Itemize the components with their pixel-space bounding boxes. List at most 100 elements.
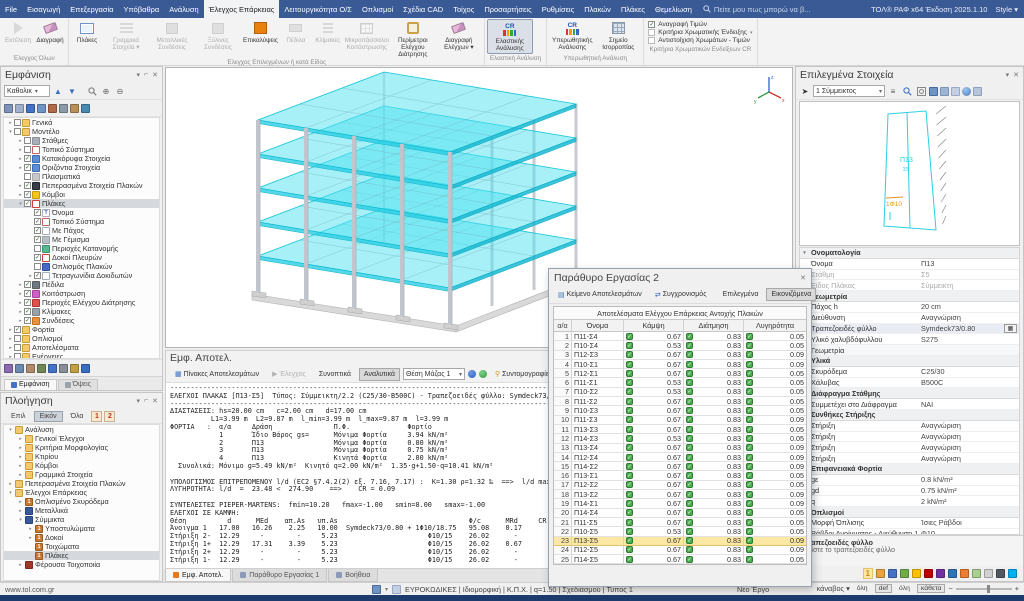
checkbox-icon[interactable] bbox=[14, 353, 21, 359]
tree-item-Φορτία[interactable]: ▸ Φορτία bbox=[4, 325, 159, 334]
table-row[interactable]: 9Π10-Σ3 ✓0.67 ✓0.83 ✓0.05 bbox=[554, 406, 806, 415]
menu-item-Προσαρτήσεις[interactable]: Προσαρτήσεις bbox=[479, 0, 536, 18]
property-row-Στήριξη[interactable]: Στήριξη Αναγνώριση bbox=[800, 432, 1019, 443]
property-row-Είδος Πλάκας[interactable]: Είδος Πλάκας Σύμμεικτη bbox=[800, 280, 1019, 291]
tree-item-Κτιρίου[interactable]: ▸ Κτιρίου bbox=[4, 452, 159, 461]
levels-icon[interactable] bbox=[59, 364, 68, 373]
doc-tab-Εμφ. Αποτελ.[interactable]: Εμφ. Αποτελ. bbox=[165, 569, 231, 582]
window-1-icon[interactable]: 1 bbox=[91, 411, 102, 422]
tree-item-Πέδιλα[interactable]: ▸ Πέδιλα bbox=[4, 280, 159, 289]
expander-icon[interactable]: ▾ bbox=[7, 129, 14, 135]
expander-icon[interactable]: ▾ bbox=[7, 427, 14, 433]
view-3d-icon[interactable] bbox=[929, 87, 938, 96]
menu-item-Οπλισμοί[interactable]: Οπλισμοί bbox=[357, 0, 398, 18]
checkbox-icon[interactable] bbox=[24, 308, 31, 315]
float-icon[interactable]: ⌐ bbox=[144, 397, 148, 405]
ribbon-button-Διαγραφή[interactable]: Διαγραφή bbox=[34, 19, 66, 45]
menu-item-Πλάκες[interactable]: Πλάκες bbox=[616, 0, 650, 18]
expander-icon[interactable]: ▸ bbox=[17, 472, 24, 478]
table-row[interactable]: 11Π13-Σ3 ✓0.67 ✓0.83 ✓0.05 bbox=[554, 425, 806, 434]
checkbox-icon[interactable] bbox=[14, 128, 21, 135]
zoom-in-icon[interactable]: ⊕ bbox=[100, 85, 112, 97]
table-row[interactable]: 25Π14-Σ5 ✓0.67 ✓0.83 ✓0.05 bbox=[554, 555, 806, 564]
expander-icon[interactable]: ▾ bbox=[7, 490, 14, 496]
expander-icon[interactable]: ▸ bbox=[17, 445, 24, 451]
menu-item-Ρυθμίσεις[interactable]: Ρυθμίσεις bbox=[537, 0, 580, 18]
tree-item-Όνομα[interactable]: T Όνομα bbox=[4, 208, 159, 217]
invert-selection-icon[interactable] bbox=[26, 364, 35, 373]
expander-icon[interactable]: ▸ bbox=[17, 147, 24, 153]
style-menu[interactable]: Style ▾ bbox=[995, 5, 1018, 14]
shown-filter-button[interactable]: Εικονιζόμενα bbox=[766, 288, 816, 301]
tree-item-Δοκοί[interactable]: ▸ 1 Δοκοί bbox=[4, 533, 159, 542]
table-row[interactable]: 10Π11-Σ3 ✓0.67 ✓0.83 ✓0.09 bbox=[554, 416, 806, 425]
checkbox-icon[interactable] bbox=[34, 227, 41, 234]
checkbox-icon[interactable] bbox=[34, 245, 41, 252]
property-group-Διάφραγμα Στάθμης[interactable]: ▾Διάφραγμα Στάθμης bbox=[800, 388, 1019, 399]
import-icon[interactable] bbox=[912, 569, 921, 578]
selection-combo[interactable]: 1 Σύμμεικτος▾ bbox=[813, 85, 885, 97]
table-row[interactable]: 17Π12-Σ2 ✓0.67 ✓0.83 ✓0.05 bbox=[554, 481, 806, 490]
property-row-gε[interactable]: gε 0.8 kN/m² bbox=[800, 475, 1019, 486]
copy-view-icon[interactable] bbox=[48, 364, 57, 373]
checkbox-icon[interactable] bbox=[24, 317, 31, 324]
expander-icon[interactable]: ▸ bbox=[17, 138, 24, 144]
nav-tab-Όλα[interactable]: Όλα bbox=[65, 411, 90, 422]
view-vertical[interactable]: κάθετα bbox=[917, 584, 946, 593]
tree-item-Οπλισμένο Σκυρόδεμα[interactable]: ▸ 1 Οπλισμένο Σκυρόδεμα bbox=[4, 497, 159, 506]
menu-item-Έλεγχος Επάρκειας[interactable]: Έλεγχος Επάρκειας bbox=[204, 0, 280, 18]
tree-item-Κλίμακες[interactable]: ▸ Κλίμακες bbox=[4, 307, 159, 316]
menu-item-Επεξεργασία[interactable]: Επεξεργασία bbox=[65, 0, 118, 18]
save-icon[interactable] bbox=[900, 569, 909, 578]
shade-icon[interactable] bbox=[4, 104, 13, 113]
result-tables-button[interactable]: ▦Πίνακες Αποτελεσμάτων bbox=[170, 368, 264, 381]
tree-item-Οριζόντια Στοιχεία[interactable]: ▸ Οριζόντια Στοιχεία bbox=[4, 163, 159, 172]
doc-tab-Βοήθεια[interactable]: Βοήθεια bbox=[328, 569, 378, 582]
property-row-Στήριξη[interactable]: Στήριξη Αναγνώριση bbox=[800, 453, 1019, 464]
ribbon-button-Μικροπάσσαλοι Κοιτόστρωσης[interactable]: Μικροπάσσαλοι Κοιτόστρωσης bbox=[344, 19, 390, 52]
close-icon[interactable]: ✕ bbox=[1013, 71, 1019, 79]
table-row[interactable]: 5Π12-Σ1 ✓0.67 ✓0.83 ✓0.05 bbox=[554, 369, 806, 378]
property-group-Υλικά[interactable]: ▾Υλικά bbox=[800, 356, 1019, 367]
table-row[interactable]: 16Π13-Σ1 ✓0.67 ✓0.83 ✓0.05 bbox=[554, 471, 806, 480]
ribbon-button-Πλάκες[interactable]: Πλάκες bbox=[71, 19, 103, 45]
expander-icon[interactable]: ▾ bbox=[17, 517, 24, 523]
expander-icon[interactable]: ▸ bbox=[7, 345, 14, 351]
deselect-icon[interactable] bbox=[15, 364, 24, 373]
zoom-plus[interactable]: + bbox=[1015, 584, 1019, 593]
tree-item-Συνδέσεις[interactable]: ▸ Συνδέσεις bbox=[4, 316, 159, 325]
select-icon[interactable] bbox=[4, 364, 13, 373]
house-top-icon[interactable] bbox=[70, 104, 79, 113]
checkbox-icon[interactable] bbox=[14, 335, 21, 342]
tree-item-Με Πάχος[interactable]: Με Πάχος bbox=[4, 226, 159, 235]
ribbon-button-Υπερωθητικής Ανάλυσης[interactable]: CR Υπερωθητικής Ανάλυσης bbox=[549, 19, 595, 52]
checkbox-icon[interactable] bbox=[24, 146, 31, 153]
tree-item-Πεπερασμένα Στοιχεία Πλακών[interactable]: ▸ Πεπερασμένα Στοιχεία Πλακών bbox=[4, 479, 159, 488]
property-row-Στήριξη[interactable]: Στήριξη Αναγνώριση bbox=[800, 421, 1019, 432]
tree-item-Πλάκες[interactable]: ▾ Πλάκες bbox=[4, 199, 159, 208]
hidden-line-icon[interactable] bbox=[26, 104, 35, 113]
expander-icon[interactable]: ▸ bbox=[17, 300, 24, 306]
movie-icon[interactable] bbox=[996, 569, 1005, 578]
checkbox-icon[interactable] bbox=[14, 119, 21, 126]
legend-icon[interactable] bbox=[81, 364, 90, 373]
zoom-fit-icon[interactable] bbox=[901, 85, 913, 97]
table-row[interactable]: 18Π13-Σ2 ✓0.67 ✓0.83 ✓0.09 bbox=[554, 490, 806, 499]
property-row-Διεύθυνση[interactable]: Διεύθυνση Αναγνώριση bbox=[800, 313, 1019, 324]
scope-combo[interactable]: Καθολικ▾ bbox=[4, 85, 50, 97]
menu-item-Υπόβαθρα[interactable]: Υπόβαθρα bbox=[118, 0, 164, 18]
expander-icon[interactable]: ▸ bbox=[27, 535, 34, 541]
checkbox-icon[interactable] bbox=[34, 209, 41, 216]
view-front-icon[interactable] bbox=[940, 87, 949, 96]
menu-item-Τοίχος[interactable]: Τοίχος bbox=[448, 0, 479, 18]
work-window-2[interactable]: Παράθυρο Εργασίας 2 ✕ ▤Κείμενο Αποτελεσμ… bbox=[548, 268, 812, 587]
zoom-out-icon[interactable]: ⊖ bbox=[114, 85, 126, 97]
property-row-Όνομα[interactable]: Όνομα Π13 bbox=[800, 259, 1019, 270]
tree-item-Μοντέλο[interactable]: ▾ Μοντέλο bbox=[4, 127, 159, 136]
nav-tab-Εικόν[interactable]: Εικόν bbox=[34, 411, 63, 422]
property-group-Οπλισμοί[interactable]: ▾Οπλισμοί bbox=[800, 507, 1019, 518]
expander-icon[interactable]: ▸ bbox=[17, 183, 24, 189]
property-group-Συνθήκες Στήριξης[interactable]: ▾Συνθήκες Στήριξης bbox=[800, 410, 1019, 421]
expander-icon[interactable]: ▸ bbox=[17, 309, 24, 315]
mass-position-combo[interactable]: Θέση Μάζας 1▾ bbox=[403, 368, 465, 380]
